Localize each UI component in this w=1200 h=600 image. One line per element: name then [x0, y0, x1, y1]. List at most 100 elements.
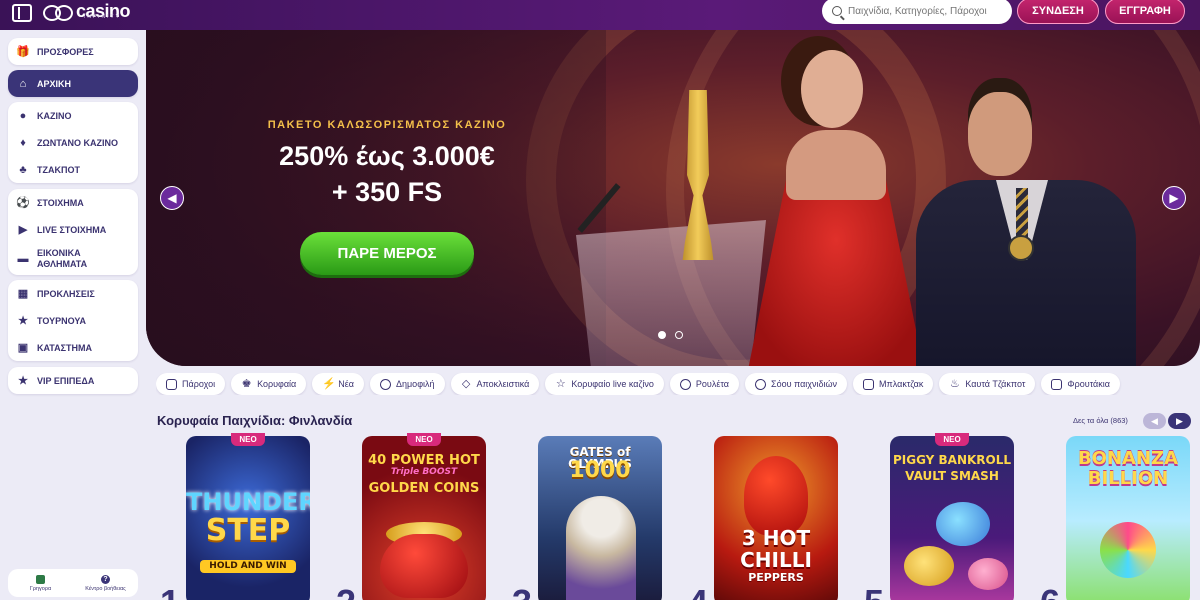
star-icon: ★	[18, 374, 28, 387]
register-button[interactable]: ΕΓΓΡΑΦΗ	[1105, 0, 1185, 24]
sidebar-item-label: ΠΡΟΣΦΟΡΕΣ	[37, 46, 94, 57]
chip-label: Αποκλειστικά	[476, 379, 530, 389]
crown-icon: ♚	[241, 377, 252, 390]
game-title-line: 1000	[569, 458, 631, 483]
sidebar-item-virtual-sports[interactable]: ▬ ΕΙΚΟΝΙΚΑ ΑΘΛΗΜΑΤΑ	[8, 243, 138, 275]
sidebar-item-label: ΑΡΧΙΚΗ	[37, 78, 72, 89]
chip-top[interactable]: ♚ Κορυφαία	[231, 373, 307, 395]
game-rank: 2	[336, 585, 356, 600]
flame-icon: ♨	[949, 377, 960, 390]
sidebar-item-tournaments[interactable]: ★ ΤΟΥΡΝΟΥΑ	[8, 307, 138, 334]
chevron-left-icon[interactable]: ◀	[160, 186, 184, 210]
sidebar-item-home[interactable]: ⌂ ΑΡΧΙΚΗ	[8, 70, 138, 97]
chip-game-shows[interactable]: Σόου παιχνιδιών	[745, 373, 848, 395]
new-badge: ΝΕΟ	[231, 433, 265, 446]
sidebar-item-shop[interactable]: ▣ ΚΑΤΑΣΤΗΜΑ	[8, 334, 138, 361]
sidebar-item-casino[interactable]: ● ΚΑΖΙΝΟ	[8, 102, 138, 129]
sidebar: 🎁 ΠΡΟΣΦΟΡΕΣ ⌂ ΑΡΧΙΚΗ ● ΚΑΖΙΝΟ ♦ ΖΩΝΤΑΝΟ …	[0, 30, 146, 600]
game-title-line: CHILLI	[740, 548, 812, 572]
chevron-right-icon[interactable]: ▶	[1162, 186, 1186, 210]
login-button[interactable]: ΣΥΝΔΕΣΗ	[1017, 0, 1099, 24]
sidebar-group-casino: ● ΚΑΖΙΝΟ ♦ ΖΩΝΤΑΝΟ ΚΑΖΙΝΟ ♣ ΤΖΑΚΠΟΤ	[8, 102, 138, 183]
game-card-40-power-hot[interactable]: 40 POWER HOT Triple BOOST GOLDEN COINS	[362, 436, 486, 600]
star-icon: ☆	[555, 377, 566, 390]
game-title-line: THUNDER	[186, 488, 310, 516]
new-badge: ΝΕΟ	[935, 433, 969, 446]
sidebar-item-sports[interactable]: ⚽ ΣΤΟΙΧΗΜΑ	[8, 189, 138, 216]
chip-new[interactable]: ⚡ Νέα	[312, 373, 364, 395]
gift-icon: 🎁	[16, 45, 30, 58]
piggy-illustration	[968, 558, 1008, 590]
game-rank: 4	[688, 585, 708, 600]
top-bar: casino INFINITY ΣΥΝΔΕΣΗ ΕΓΓΡΑΦΗ	[0, 0, 1200, 30]
see-all-link[interactable]: Δες τα όλα (863)	[1073, 416, 1128, 425]
chevron-left-icon[interactable]: ◀	[1143, 413, 1166, 429]
sidebar-footer: Γρηγορα ? Κέντρο βοήθειας	[8, 569, 138, 597]
infinity-logo-icon	[42, 3, 73, 21]
game-rank: 6	[1040, 585, 1060, 600]
help-icon: ?	[101, 574, 110, 584]
search-box[interactable]	[822, 0, 1012, 24]
category-chips: Πάροχοι ♚ Κορυφαία ⚡ Νέα Δημοφιλή ◇ Αποκλει…	[156, 373, 1200, 395]
game-rank: 1	[160, 585, 180, 600]
chip-top-live-casino[interactable]: ☆ Κορυφαίο live καζίνο	[545, 373, 664, 395]
sidebar-item-jackpot[interactable]: ♣ ΤΖΑΚΠΟΤ	[8, 156, 138, 183]
carousel-dot[interactable]	[658, 331, 666, 339]
new-badge: ΝΕΟ	[407, 433, 441, 446]
hero-subtitle: + 350 FS	[331, 177, 443, 207]
logo-subtext: INFINITY	[84, 14, 121, 20]
diamond-icon: ◇	[461, 377, 471, 390]
sidebar-item-label: ΚΑΤΑΣΤΗΜΑ	[37, 342, 92, 353]
game-card-gates-of-olympus[interactable]: GATES of OLYMPUS 1000	[538, 436, 662, 600]
help-center-button[interactable]: ? Κέντρο βοήθειας	[73, 569, 138, 597]
game-card-3-hot-chilli-peppers[interactable]: 3 HOT CHILLI PEPPERS	[714, 436, 838, 600]
sidebar-item-live-sports[interactable]: ▶ LIVE ΣΤΟΙΧΗΜΑ	[8, 216, 138, 243]
game-title-line: PEPPERS	[748, 571, 804, 584]
sidebar-item-label: ΕΙΚΟΝΙΚΑ ΑΘΛΗΜΑΤΑ	[37, 248, 88, 269]
cards-icon: ♦	[20, 136, 26, 149]
chip-hot-jackpots[interactable]: ♨ Καυτά Τζάκποτ	[939, 373, 1036, 395]
chip-slots[interactable]: Φρουτάκια	[1041, 373, 1120, 395]
help-center-label: Κέντρο βοήθειας	[85, 585, 126, 592]
roulette-icon	[679, 378, 691, 390]
game-title-line: HOLD AND WIN	[200, 560, 296, 573]
chevron-right-icon[interactable]: ▶	[1168, 413, 1191, 429]
sidebar-item-live-casino[interactable]: ♦ ΖΩΝΤΑΝΟ ΚΑΖΙΝΟ	[8, 129, 138, 156]
chip-label: Μπλακτζακ	[879, 379, 924, 389]
chip-popular[interactable]: Δημοφιλή	[369, 373, 445, 395]
chip-blackjack[interactable]: Μπλακτζακ	[853, 373, 934, 395]
live-play-icon: ▶	[18, 223, 28, 236]
game-card-bonanza-billion[interactable]: BONANZA BILLION	[1066, 436, 1190, 600]
language-button[interactable]: Γρηγορα	[8, 569, 73, 597]
woman-illustration	[786, 130, 886, 200]
sidebar-item-label: ΖΩΝΤΑΝΟ ΚΑΖΙΝΟ	[37, 137, 119, 148]
chip-exclusive[interactable]: ◇ Αποκλειστικά	[450, 373, 540, 395]
sidebar-item-label: ΚΑΖΙΝΟ	[37, 110, 72, 121]
sidebar-item-vip[interactable]: ★ VIP ΕΠΙΠΕΔΑ	[8, 367, 138, 394]
chip-label: Νέα	[338, 379, 354, 389]
game-title-line: PIGGY BANKROLL	[892, 453, 1012, 467]
sidebar-toggle-icon[interactable]	[12, 4, 32, 22]
section-title: Κορυφαία Παιχνίδια: Φινλανδία	[157, 413, 353, 428]
chip-roulette[interactable]: Ρουλέτα	[669, 373, 739, 395]
sidebar-item-promotions[interactable]: 🎁 ΠΡΟΣΦΟΡΕΣ	[8, 38, 138, 65]
chip-providers[interactable]: Πάροχοι	[156, 373, 226, 395]
sidebar-item-label: VIP ΕΠΙΠΕΔΑ	[37, 375, 95, 386]
game-rank: 5	[864, 585, 884, 600]
game-rank: 3	[512, 585, 532, 600]
hero-cta-button[interactable]: ΠΑΡΕ ΜΕΡΟΣ	[300, 232, 474, 275]
search-input[interactable]	[848, 5, 998, 17]
game-card-piggy-bankroll[interactable]: PIGGY BANKROLL VAULT SMASH	[890, 436, 1014, 600]
sidebar-group-sports: ⚽ ΣΤΟΙΧΗΜΑ ▶ LIVE ΣΤΟΙΧΗΜΑ ▬ ΕΙΚΟΝΙΚΑ ΑΘ…	[8, 189, 138, 275]
sidebar-item-challenges[interactable]: ▦ ΠΡΟΚΛΗΣΕΙΣ	[8, 280, 138, 307]
search-icon	[832, 6, 842, 16]
chip-label: Καυτά Τζάκποτ	[965, 379, 1026, 389]
game-card-thunder-step[interactable]: THUNDER STEP HOLD AND WIN	[186, 436, 310, 600]
carousel-dots	[658, 331, 683, 339]
sidebar-item-label: ΠΡΟΚΛΗΣΕΙΣ	[37, 288, 95, 299]
sidebar-group-rewards: ▦ ΠΡΟΚΛΗΣΕΙΣ ★ ΤΟΥΡΝΟΥΑ ▣ ΚΑΤΑΣΤΗΜΑ	[8, 280, 138, 361]
hero-banner[interactable]: ΠΑΚΕΤΟ ΚΑΛΩΣΟΡΙΣΜΑΤΟΣ ΚΑΖΙΝΟ 250% έως 3.…	[146, 30, 1200, 366]
carousel-dot[interactable]	[675, 331, 683, 339]
game-title-line: BONANZA	[1077, 448, 1179, 469]
chip-label: Δημοφιλή	[395, 379, 435, 389]
